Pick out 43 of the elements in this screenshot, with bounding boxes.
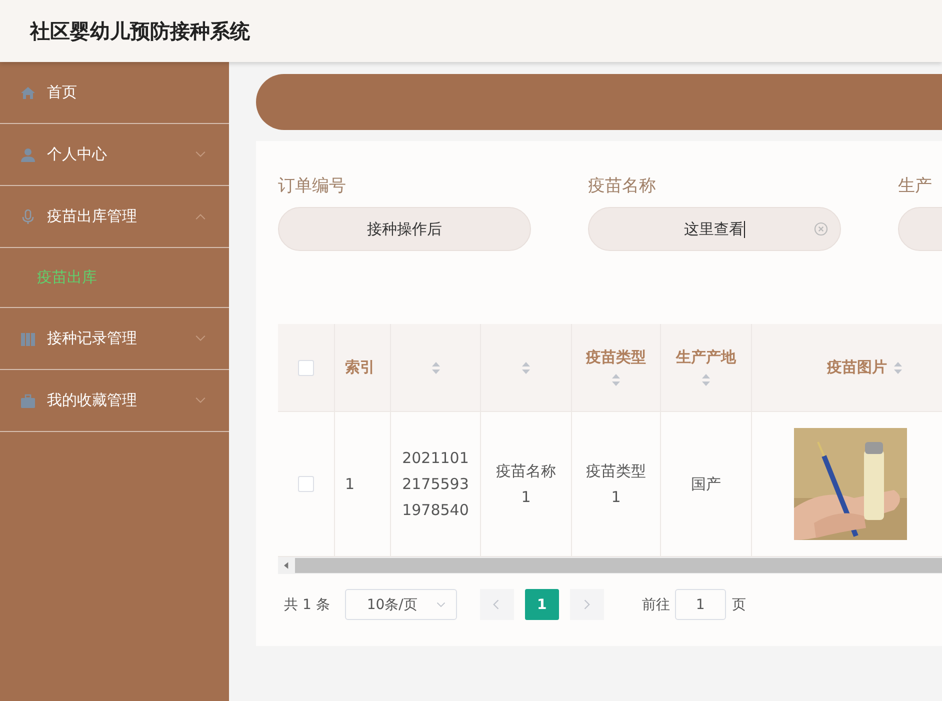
page-input[interactable]: 1 bbox=[674, 589, 726, 620]
table-cell-text: 疫苗名称1 bbox=[495, 461, 557, 508]
user-icon bbox=[20, 146, 36, 162]
total-count: 共 1 条 bbox=[284, 596, 330, 614]
scroll-left-icon[interactable] bbox=[284, 562, 289, 569]
caret-icon bbox=[195, 213, 206, 220]
chevron-right-icon bbox=[583, 599, 590, 610]
caret-icon bbox=[436, 602, 446, 608]
input-field[interactable]: 这里查看 bbox=[588, 207, 841, 251]
sort-icon[interactable] bbox=[701, 373, 711, 387]
sort-icon[interactable] bbox=[893, 360, 903, 374]
select-all-checkbox[interactable] bbox=[298, 360, 314, 376]
caret-icon bbox=[195, 335, 206, 342]
field-label: 生产 bbox=[898, 175, 933, 197]
chevron-left-icon bbox=[493, 599, 500, 610]
input-field[interactable]: 接种操作后 bbox=[278, 207, 531, 251]
goto-label: 前往 bbox=[642, 596, 670, 614]
table-cell-text: 202110121755931978540 bbox=[402, 448, 470, 521]
clear-icon[interactable] bbox=[814, 222, 828, 236]
sort-icon[interactable] bbox=[611, 373, 621, 387]
caret-icon bbox=[195, 397, 206, 404]
field-label: 疫苗名称 bbox=[588, 175, 657, 197]
column-header: 疫苗图片 bbox=[827, 358, 887, 377]
page-unit: 页 bbox=[732, 596, 746, 614]
home-icon bbox=[20, 84, 36, 100]
table-cell-text: 1 bbox=[345, 474, 355, 495]
books-icon bbox=[20, 330, 36, 346]
table-cell-text: 疫苗类型1 bbox=[585, 461, 647, 508]
app-title: 社区婴幼儿预防接种系统 bbox=[30, 18, 250, 44]
column-header: 疫苗类型 bbox=[586, 348, 646, 367]
column-header: 索引 bbox=[345, 358, 375, 377]
microphone-icon bbox=[20, 208, 36, 224]
briefcase-icon bbox=[20, 392, 36, 408]
sort-icon[interactable] bbox=[521, 360, 531, 374]
page-size-select[interactable]: 10条/页 bbox=[344, 589, 457, 620]
column-header: 生产产地 bbox=[676, 348, 736, 367]
page-number[interactable]: 1 bbox=[524, 589, 559, 620]
row-checkbox[interactable] bbox=[298, 476, 314, 492]
sort-icon[interactable] bbox=[430, 360, 440, 374]
horizontal-scrollbar[interactable] bbox=[278, 557, 942, 574]
field-label: 订单编号 bbox=[278, 175, 347, 197]
table-cell-text: 国产 bbox=[691, 474, 721, 495]
caret-icon bbox=[195, 151, 206, 158]
